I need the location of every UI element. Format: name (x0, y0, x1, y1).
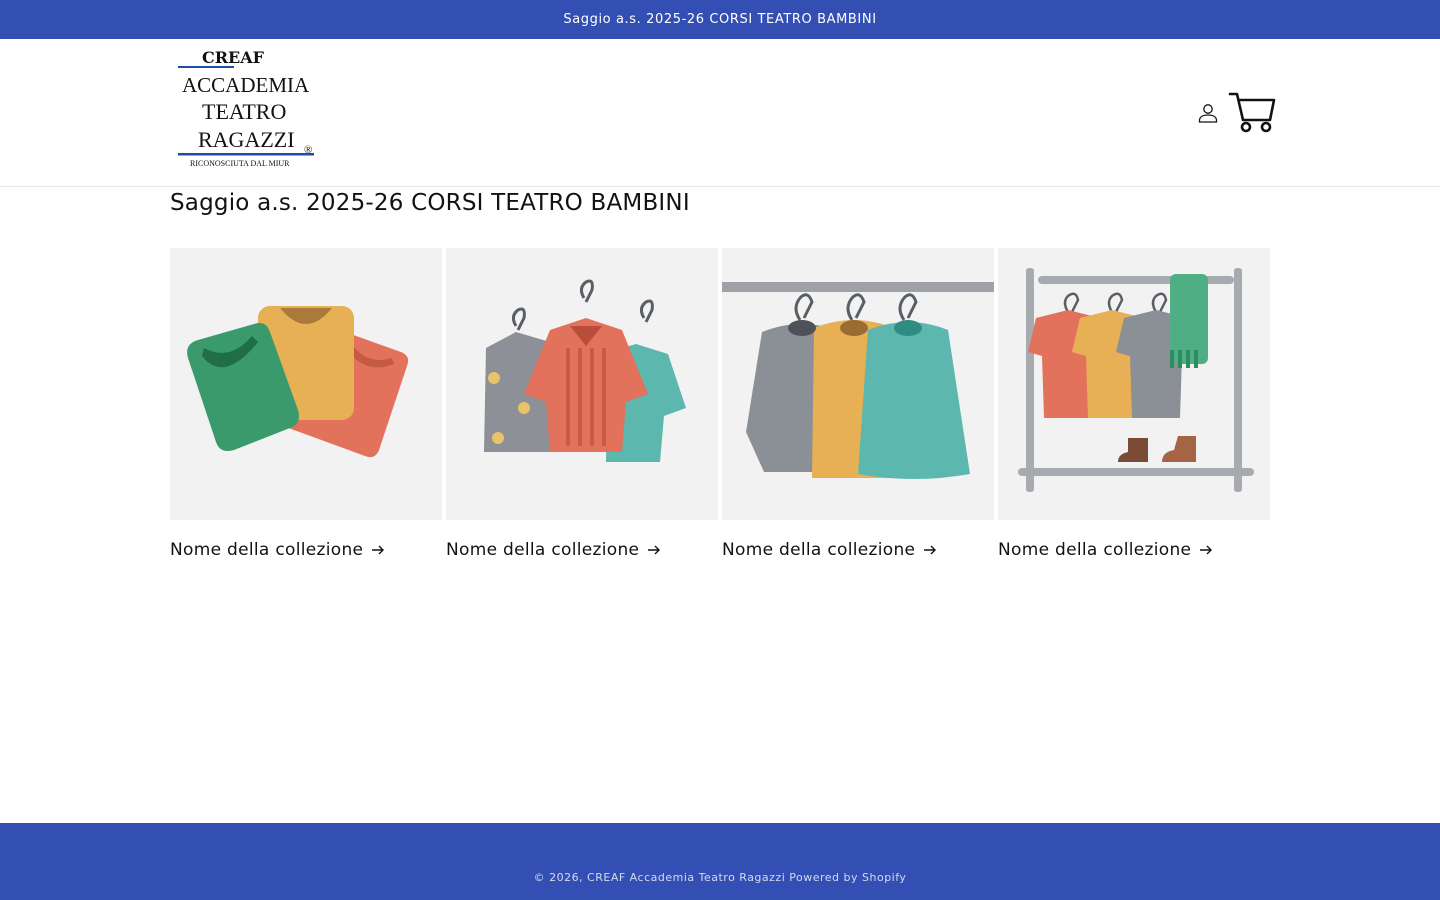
announcement-text: Saggio a.s. 2025-26 CORSI TEATRO BAMBINI (563, 12, 877, 27)
user-icon[interactable] (1196, 101, 1220, 125)
collection-card[interactable]: Nome della collezione (722, 248, 994, 562)
logo-line-2: ACCADEMIA (182, 73, 310, 97)
logo-line-4: RAGAZZI (198, 127, 295, 152)
logo[interactable]: CREAF ACCADEMIA TEATRO RAGAZZI ® RICONOS… (176, 45, 322, 171)
page-title: Saggio a.s. 2025-26 CORSI TEATRO BAMBINI (170, 190, 690, 216)
collection-label[interactable]: Nome della collezione (722, 538, 915, 562)
collection-card[interactable]: Nome della collezione (998, 248, 1270, 562)
collection-link[interactable]: Nome della collezione (446, 538, 718, 562)
arrow-right-icon (1200, 545, 1213, 555)
collection-image-folded-shirts[interactable] (170, 248, 442, 520)
collection-image-hanging-shirts[interactable] (446, 248, 718, 520)
collection-image-sweaters-on-rail[interactable] (722, 248, 994, 520)
logo-line-5: RICONOSCIUTA DAL MIUR (190, 159, 290, 168)
collection-label[interactable]: Nome della collezione (170, 538, 363, 562)
collection-card[interactable]: Nome della collezione (446, 248, 718, 562)
copyright-text[interactable]: © 2026, CREAF Accademia Teatro Ragazzi P… (0, 871, 1440, 884)
arrow-right-icon (372, 545, 385, 555)
arrow-right-icon (924, 545, 937, 555)
collection-link[interactable]: Nome della collezione (998, 538, 1270, 562)
collection-label[interactable]: Nome della collezione (446, 538, 639, 562)
collection-image-clothing-rack[interactable] (998, 248, 1270, 520)
logo-line-3: TEATRO (202, 99, 286, 124)
collection-label[interactable]: Nome della collezione (998, 538, 1191, 562)
announcement-bar: Saggio a.s. 2025-26 CORSI TEATRO BAMBINI (0, 0, 1440, 39)
collection-card[interactable]: Nome della collezione (170, 248, 442, 562)
arrow-right-icon (648, 545, 661, 555)
logo-line-1: CREAF (202, 48, 265, 67)
site-footer: © 2026, CREAF Accademia Teatro Ragazzi P… (0, 823, 1440, 900)
collection-grid: Nome della collezione Nome della collezi… (170, 248, 1270, 562)
site-header: CREAF ACCADEMIA TEATRO RAGAZZI ® RICONOS… (0, 39, 1440, 187)
collection-link[interactable]: Nome della collezione (722, 538, 994, 562)
cart-icon[interactable] (1228, 90, 1276, 134)
collection-link[interactable]: Nome della collezione (170, 538, 442, 562)
